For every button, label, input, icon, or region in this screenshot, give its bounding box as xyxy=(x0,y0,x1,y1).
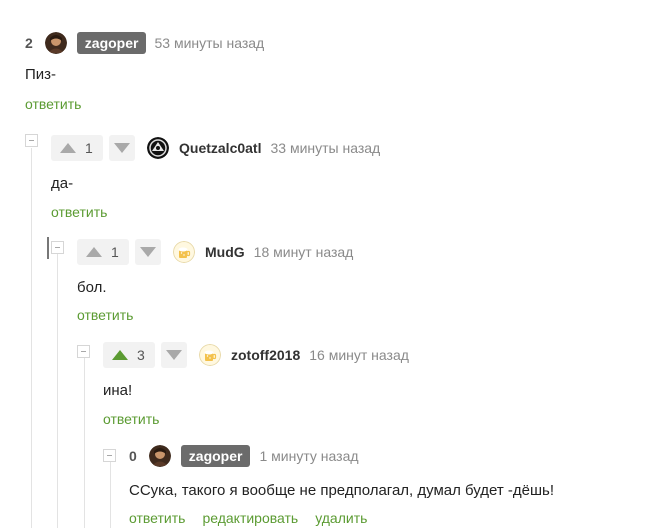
vote-controls: 1 xyxy=(77,239,161,265)
thread-line-4 xyxy=(110,458,111,528)
upvote-group: 3 xyxy=(103,342,155,368)
comment-text: да- xyxy=(51,175,74,192)
comment-actions: ответить xyxy=(103,411,159,427)
vote-controls: 3 xyxy=(103,342,187,368)
thread-line-3 xyxy=(84,356,85,528)
comment-text: бол. xyxy=(77,279,107,296)
thread-line-2 xyxy=(57,250,58,528)
comment-header: 2 zagoper 53 минуты назад xyxy=(25,28,264,58)
comment-actions: ответить xyxy=(77,307,133,323)
comment-actions: ответить xyxy=(25,96,81,112)
avatar[interactable] xyxy=(44,32,67,54)
comment-rating: 0 xyxy=(129,448,137,464)
comment-header: 3 zotoff2018 16 минут назад xyxy=(103,340,409,370)
comment-actions: ответить xyxy=(51,204,107,220)
downvote-button[interactable] xyxy=(161,342,187,368)
edit-link[interactable]: редактировать xyxy=(202,510,298,526)
reply-link[interactable]: ответить xyxy=(129,510,185,526)
comment-time: 53 минуты назад xyxy=(154,35,265,51)
comment-time: 16 минут назад xyxy=(309,347,409,363)
author-name[interactable]: Quetzalc0atl xyxy=(179,140,261,156)
avatar[interactable] xyxy=(147,137,169,159)
comment-rating: 3 xyxy=(137,347,145,363)
reply-link[interactable]: ответить xyxy=(103,411,159,427)
avatar[interactable] xyxy=(173,241,195,263)
upvote-button[interactable] xyxy=(103,342,137,368)
reply-link[interactable]: ответить xyxy=(25,96,81,112)
reply-link[interactable]: ответить xyxy=(51,204,107,220)
vote-controls: 1 xyxy=(51,135,135,161)
comment-rating: 1 xyxy=(85,140,93,156)
comment-time: 33 минуты назад xyxy=(270,140,381,156)
downvote-button[interactable] xyxy=(109,135,135,161)
triangle-down-icon xyxy=(166,350,182,360)
upvote-group: 1 xyxy=(51,135,103,161)
thread-line-1 xyxy=(31,148,32,528)
author-name[interactable]: MudG xyxy=(205,244,245,260)
collapse-button[interactable] xyxy=(51,241,64,254)
comment-actions: ответить редактировать удалить xyxy=(129,510,367,526)
author-name[interactable]: zotoff2018 xyxy=(231,347,300,363)
comment-rating: 2 xyxy=(25,35,33,51)
comment-time: 1 минуту назад xyxy=(259,448,359,464)
author-name[interactable]: zagoper xyxy=(76,32,147,54)
triangle-up-icon xyxy=(86,247,102,257)
comment-text: ина! xyxy=(103,382,133,399)
comment-header: 1 MudG 18 минут назад xyxy=(77,237,353,267)
comment-header: 0 zagoper 1 минуту назад xyxy=(129,441,359,471)
comment-rating: 1 xyxy=(111,244,119,260)
downvote-button[interactable] xyxy=(135,239,161,265)
comment-header: 1 Quetzalc0atl 33 минуты назад xyxy=(51,133,380,163)
author-name[interactable]: zagoper xyxy=(180,445,251,467)
triangle-down-icon xyxy=(140,247,156,257)
avatar[interactable] xyxy=(199,344,221,366)
upvote-group: 1 xyxy=(77,239,129,265)
triangle-up-icon xyxy=(60,143,76,153)
comment-text: ССука, такого я вообще не предполагал, д… xyxy=(129,482,555,499)
upvote-button[interactable] xyxy=(51,135,85,161)
collapse-button[interactable] xyxy=(25,134,38,147)
comment-time: 18 минут назад xyxy=(253,244,354,260)
thread-focus-marker xyxy=(47,237,49,259)
upvote-button[interactable] xyxy=(77,239,111,265)
collapse-button[interactable] xyxy=(77,345,90,358)
triangle-up-icon xyxy=(112,350,128,360)
triangle-down-icon xyxy=(114,143,130,153)
delete-link[interactable]: удалить xyxy=(315,510,367,526)
reply-link[interactable]: ответить xyxy=(77,307,133,323)
comment-text: Пиз- xyxy=(25,66,57,83)
avatar[interactable] xyxy=(148,445,171,467)
collapse-button[interactable] xyxy=(103,449,116,462)
